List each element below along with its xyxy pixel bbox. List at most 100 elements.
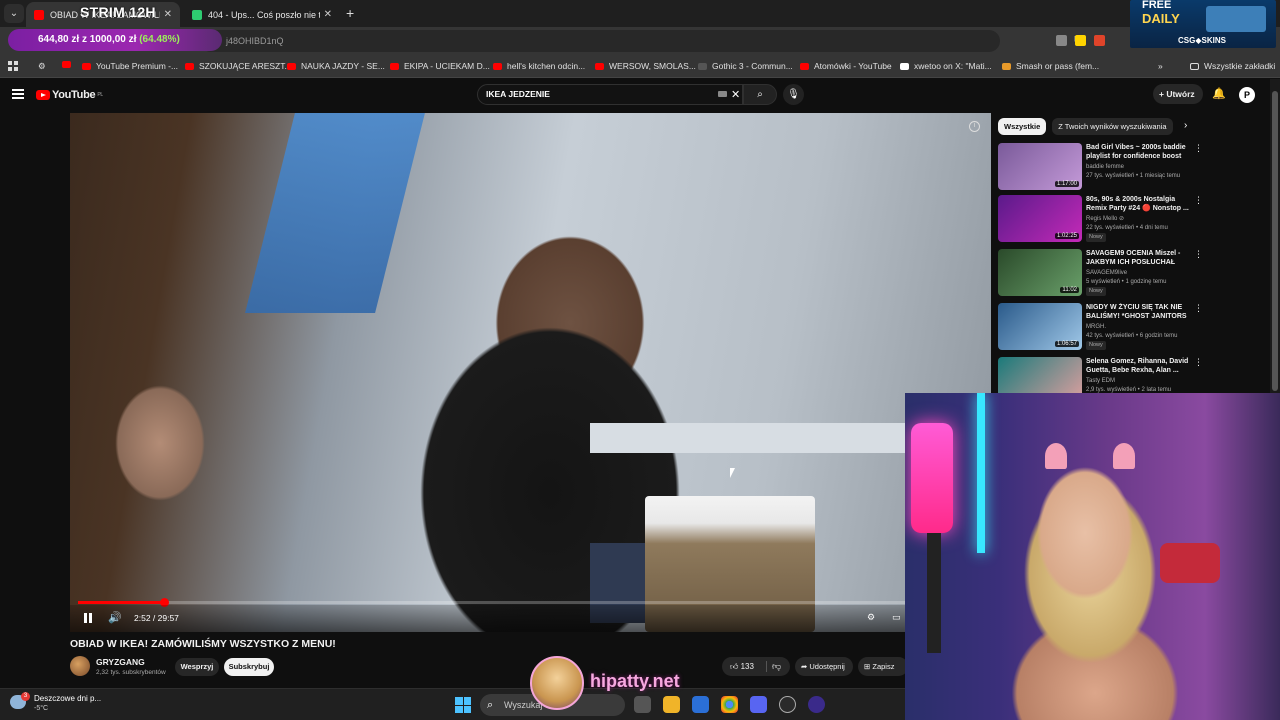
channel-name[interactable]: GRYZGANG [96,657,145,667]
recommendation-meta: MRGH. 42 tys. wyświetleń • 6 godzin temu N… [1086,324,1178,350]
recommendation-title[interactable]: Selena Gomez, Rihanna, David Guetta, Beb… [1086,357,1191,375]
recommendation-item[interactable]: 11:02 SAVAGEM9 OCENIA Miszel - JAKBYM IC… [998,249,1203,297]
like-button[interactable]: 👍︎ 133 [730,662,754,671]
windows-taskbar: 3 Deszczowe dni p... -5°C Wyszukaj [0,688,905,720]
extension-icon[interactable] [1056,35,1067,46]
new-badge: Nowy [1086,287,1106,296]
bookmark-youtube[interactable] [62,61,76,68]
chevron-right-icon[interactable]: › [1184,120,1187,131]
bookmark-item[interactable]: NAUKA JAZDY - SE... [287,61,385,71]
account-avatar[interactable]: P [1239,87,1255,103]
clear-search-icon[interactable]: ✕ [731,88,740,101]
bookmark-item[interactable]: Smash or pass (fem... [1002,61,1099,71]
more-options-icon[interactable]: ⋮ [1194,249,1203,260]
bookmark-item[interactable]: Gothic 3 - Commun... [698,61,793,71]
create-button[interactable]: + Utwórz [1153,84,1203,104]
video-player[interactable]: i 🔊 2:52 / 29:57 ⚙ ▭ [70,113,991,632]
more-options-icon[interactable]: ⋮ [1194,303,1203,314]
more-options-icon[interactable]: ⋮ [1194,143,1203,154]
extension-icon[interactable] [1094,35,1105,46]
sponsor-graphic [1206,6,1266,32]
chip-from-search[interactable]: Z Twoich wyników wyszukiwania [1052,118,1173,135]
video-progress-bar[interactable] [78,598,983,607]
tab-inactive[interactable]: 404 - Ups... Coś poszło nie tak! ✕ [184,2,340,27]
donation-goal-bar: 644,80 zł z 1000,00 zł (64.48%) [8,29,222,51]
support-button[interactable]: Wesprzyj [175,658,219,676]
bookmark-item[interactable]: EKIPA - UCIEKAM D... [390,61,490,71]
search-button[interactable]: ⌕ [743,84,777,105]
windows-start-icon[interactable] [455,697,471,713]
video-frame-menu-board [245,113,425,313]
tab-title: 404 - Ups... Coś poszło nie tak! [208,9,320,20]
share-button[interactable]: ➦ Udostępnij [795,657,853,676]
search-icon: ⌕ [757,89,763,100]
more-options-icon[interactable]: ⋮ [1194,195,1203,206]
bookmark-item[interactable]: Atomówki - YouTube [800,61,892,71]
youtube-icon [493,62,502,70]
extensions [1056,35,1105,46]
scrollbar-thumb[interactable] [1272,91,1278,391]
video-thumbnail[interactable]: 11:02 [998,249,1082,296]
recommendation-meta: baddie femme 27 tys. wyświetleń • 1 miesi… [1086,164,1181,179]
more-options-icon[interactable]: ⋮ [1194,357,1203,368]
chrome-icon[interactable] [721,696,738,713]
recommendation-title[interactable]: NIGDY W ŻYCIU SIĘ TAK NIE BALIŚMY! *GHOS… [1086,303,1191,321]
new-tab-button[interactable]: + [346,5,354,21]
webcam-pink-light [911,423,953,533]
recommendation-title[interactable]: SAVAGEM9 OCENIA Miszel - JAKBYM ICH POSŁ… [1086,249,1191,267]
hamburger-menu-icon[interactable] [12,89,24,99]
chip-all[interactable]: Wszystkie [998,118,1047,135]
bookmarks-bar: ⚙ YouTube Premium -... SZOKUJĄCE ARESZT.… [0,56,1280,78]
gothic-icon [698,62,707,70]
pause-icon[interactable] [84,613,92,623]
store-icon[interactable] [692,696,709,713]
file-explorer-icon[interactable] [663,696,680,713]
new-badge: Nowy [1086,341,1106,350]
bookmark-item[interactable]: xwetoo on X: "Mati... [900,61,992,71]
bookmarks-overflow-icon[interactable]: » [1158,61,1163,71]
subscriber-count: 2,32 tys. subskrybentów [96,669,166,676]
recommendation-title[interactable]: 80s, 90s & 2000s Nostalgia Remix Party #… [1086,195,1191,213]
recommendation-meta: SAVAGEM9live 5 wyświetleń • 1 godzinę tem… [1086,270,1167,296]
app-icon[interactable] [779,696,796,713]
all-bookmarks[interactable]: Wszystkie zakładki [1190,61,1275,71]
video-thumbnail[interactable]: 1:17:00 [998,143,1082,190]
channel-avatar[interactable] [70,656,90,676]
voice-search-button[interactable]: 🎙 [783,84,804,105]
tab-close-icon[interactable]: ✕ [164,9,172,20]
player-controls: 🔊 2:52 / 29:57 ⚙ ▭ [70,605,991,632]
bookmark-icon[interactable]: ⚙ [38,61,46,72]
video-thumbnail[interactable]: 1:02:25 [998,195,1082,242]
recommendation-item[interactable]: 1:17:00 Bad Girl Vibes ~ 2000s baddie pl… [998,143,1203,191]
volume-icon[interactable]: 🔊 [108,611,122,624]
keyboard-icon[interactable] [718,91,727,97]
extension-icon[interactable] [1075,35,1086,46]
recommendation-item[interactable]: 1:06:57 NIGDY W ŻYCIU SIĘ TAK NIE BALIŚM… [998,303,1203,351]
tab-search-dropdown[interactable]: ⌄ [4,4,24,23]
subscribe-button[interactable]: Subskrybuj [224,658,274,676]
bookmark-item[interactable]: YouTube Premium -... [82,61,178,71]
address-bar[interactable]: j48OHIBD1nQ [200,30,1000,52]
settings-gear-icon[interactable]: ⚙ [867,612,875,623]
miniplayer-icon[interactable]: ▭ [892,612,901,623]
bookmark-item[interactable]: WERSOW, SMOLAS... [595,61,696,71]
tab-close-icon[interactable]: ✕ [324,9,332,20]
bookmark-item[interactable]: hell's kitchen odcin... [493,61,585,71]
search-input[interactable]: IKEA JEDZENIE [477,84,743,105]
task-view-icon[interactable] [634,696,651,713]
apps-grid-icon[interactable] [8,61,18,71]
video-thumbnail[interactable]: 1:06:57 [998,303,1082,350]
thumbs-up-icon: 👍︎ [730,662,741,671]
youtube-logo[interactable]: YouTube PL [36,89,103,101]
app-icon[interactable] [808,696,825,713]
discord-icon[interactable] [750,696,767,713]
dislike-button[interactable]: 👎︎ [772,657,781,676]
youtube-icon [82,62,91,70]
recommendation-item[interactable]: 1:02:25 80s, 90s & 2000s Nostalgia Remix… [998,195,1203,243]
save-button[interactable]: ⊞ Zapisz [858,657,908,676]
recommendation-title[interactable]: Bad Girl Vibes ~ 2000s baddie playlist f… [1086,143,1191,161]
like-dislike-group: 👍︎ 133 👎︎ [722,657,790,676]
bookmark-item[interactable]: SZOKUJĄCE ARESZT... [185,61,292,71]
notifications-bell-icon[interactable]: 🔔 [1212,87,1226,100]
info-icon[interactable]: i [969,121,980,132]
